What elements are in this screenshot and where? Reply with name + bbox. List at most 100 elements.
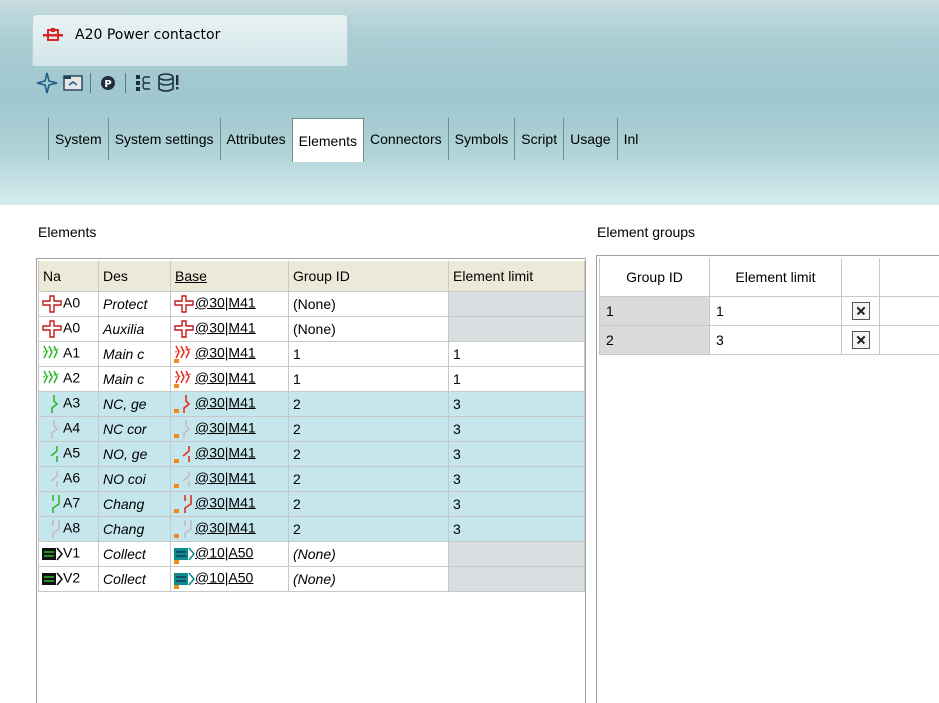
group-id-cell[interactable]: 1 (599, 295, 710, 326)
group-id-cell[interactable]: (None) (288, 315, 449, 342)
element-base-cell[interactable]: @30|M41 (170, 390, 289, 417)
element-description-cell[interactable]: Chang (98, 515, 171, 542)
tab-info[interactable]: Inl (618, 118, 645, 160)
element-base-cell[interactable]: @30|M41 (170, 465, 289, 492)
column-header-group-id[interactable]: Group ID (288, 261, 449, 292)
column-header-name[interactable]: Na (38, 261, 99, 292)
element-name-cell[interactable]: A1 (38, 340, 99, 367)
element-base-cell[interactable]: @30|M41 (170, 290, 289, 317)
tab-connectors[interactable]: Connectors (364, 118, 449, 160)
tab-system[interactable]: System (49, 118, 109, 160)
table-row[interactable]: A6 NO coi @30|M41 2 3 (38, 465, 585, 492)
element-base-cell[interactable]: @30|M41 (170, 315, 289, 342)
element-base-cell[interactable]: @10|A50 (170, 565, 289, 592)
table-row[interactable]: A5 NO, ge @30|M41 2 3 (38, 440, 585, 467)
tab-attributes[interactable]: Attributes (221, 118, 293, 160)
element-description-cell[interactable]: NC cor (98, 415, 171, 442)
close-icon[interactable] (851, 301, 870, 320)
group-id-cell[interactable]: 2 (288, 515, 449, 542)
group-id-cell[interactable]: 1 (288, 365, 449, 392)
group-id-cell[interactable]: (None) (288, 565, 449, 592)
table-row[interactable]: A7 Chang @30|M41 2 3 (38, 490, 585, 517)
database-alert-icon[interactable] (156, 70, 182, 96)
element-name-cell[interactable]: A4 (38, 415, 99, 442)
p-circle-icon[interactable]: P (95, 70, 121, 96)
group-id-cell[interactable]: 1 (288, 340, 449, 367)
folder-icon[interactable] (60, 70, 86, 96)
base-link[interactable]: @30|M41 (195, 344, 256, 360)
group-id-cell[interactable]: 2 (599, 324, 710, 355)
group-id-cell[interactable]: (None) (288, 540, 449, 567)
table-row[interactable]: A8 Chang @30|M41 2 3 (38, 515, 585, 542)
element-description-cell[interactable]: Collect (98, 565, 171, 592)
document-tab[interactable]: A20 Power contactor (32, 14, 348, 66)
element-base-cell[interactable]: @30|M41 (170, 515, 289, 542)
table-row[interactable]: A3 NC, ge @30|M41 2 3 (38, 390, 585, 417)
element-name-cell[interactable]: A0 (38, 290, 99, 317)
element-description-cell[interactable]: Auxilia (98, 315, 171, 342)
element-name-cell[interactable]: A3 (38, 390, 99, 417)
tab-symbols[interactable]: Symbols (449, 118, 516, 160)
group-id-cell[interactable]: 2 (288, 490, 449, 517)
table-row[interactable]: A0 Auxilia @30|M41 (None) (38, 315, 585, 342)
element-description-cell[interactable]: Collect (98, 540, 171, 567)
element-limit-cell[interactable]: 3 (709, 324, 842, 355)
base-link[interactable]: @30|M41 (195, 394, 256, 410)
tab-system-settings[interactable]: System settings (109, 118, 221, 160)
element-name-cell[interactable]: A0 (38, 315, 99, 342)
base-link[interactable]: @30|M41 (195, 519, 256, 535)
table-row[interactable]: A2 Main c @30|M41 1 1 (38, 365, 585, 392)
tab-script[interactable]: Script (515, 118, 565, 160)
group-id-cell[interactable]: 2 (288, 465, 449, 492)
base-link[interactable]: @30|M41 (195, 444, 256, 460)
column-header-element-limit[interactable]: Element limit (709, 258, 842, 297)
element-description-cell[interactable]: Main c (98, 365, 171, 392)
element-description-cell[interactable]: NO, ge (98, 440, 171, 467)
element-name-cell[interactable]: V1 (38, 540, 99, 567)
column-header-element-limit[interactable]: Element limit (448, 261, 585, 292)
base-link[interactable]: @30|M41 (195, 494, 256, 510)
group-id-cell[interactable]: 2 (288, 415, 449, 442)
table-row[interactable]: A4 NC cor @30|M41 2 3 (38, 415, 585, 442)
base-link[interactable]: @30|M41 (195, 294, 256, 310)
element-base-cell[interactable]: @30|M41 (170, 415, 289, 442)
element-description-cell[interactable]: Main c (98, 340, 171, 367)
element-base-cell[interactable]: @30|M41 (170, 340, 289, 367)
element-base-cell[interactable]: @10|A50 (170, 540, 289, 567)
element-base-cell[interactable]: @30|M41 (170, 365, 289, 392)
element-name-cell[interactable]: A5 (38, 440, 99, 467)
table-row[interactable]: 2 3 (599, 324, 939, 355)
table-row[interactable]: A0 Protect @30|M41 (None) (38, 290, 585, 317)
close-icon[interactable] (851, 330, 870, 349)
base-link[interactable]: @30|M41 (195, 369, 256, 385)
element-name-cell[interactable]: V2 (38, 565, 99, 592)
tab-usage[interactable]: Usage (564, 118, 618, 160)
element-base-cell[interactable]: @30|M41 (170, 490, 289, 517)
table-row[interactable]: V2 Collect @10|A50 (None) (38, 565, 585, 592)
element-limit-cell[interactable]: 1 (709, 295, 842, 326)
element-name-cell[interactable]: A2 (38, 365, 99, 392)
table-row[interactable]: 1 1 (599, 295, 939, 326)
element-base-cell[interactable]: @30|M41 (170, 440, 289, 467)
base-link[interactable]: @30|M41 (195, 419, 256, 435)
element-description-cell[interactable]: NO coi (98, 465, 171, 492)
group-id-cell[interactable]: 2 (288, 440, 449, 467)
column-header-group-id[interactable]: Group ID (599, 258, 710, 297)
table-row[interactable]: V1 Collect @10|A50 (None) (38, 540, 585, 567)
column-header-base[interactable]: Base (170, 261, 289, 292)
group-id-cell[interactable]: (None) (288, 290, 449, 317)
table-row[interactable]: A1 Main c @30|M41 1 1 (38, 340, 585, 367)
element-description-cell[interactable]: Protect (98, 290, 171, 317)
base-link[interactable]: @30|M41 (195, 319, 256, 335)
base-link[interactable]: @10|A50 (195, 544, 253, 560)
group-id-cell[interactable]: 2 (288, 390, 449, 417)
element-description-cell[interactable]: NC, ge (98, 390, 171, 417)
element-name-cell[interactable]: A6 (38, 465, 99, 492)
element-description-cell[interactable]: Chang (98, 490, 171, 517)
base-link[interactable]: @10|A50 (195, 569, 253, 585)
list-icon[interactable] (130, 70, 156, 96)
base-link[interactable]: @30|M41 (195, 469, 256, 485)
star-navigate-icon[interactable] (34, 70, 60, 96)
tab-elements[interactable]: Elements (291, 118, 365, 162)
element-name-cell[interactable]: A8 (38, 515, 99, 542)
